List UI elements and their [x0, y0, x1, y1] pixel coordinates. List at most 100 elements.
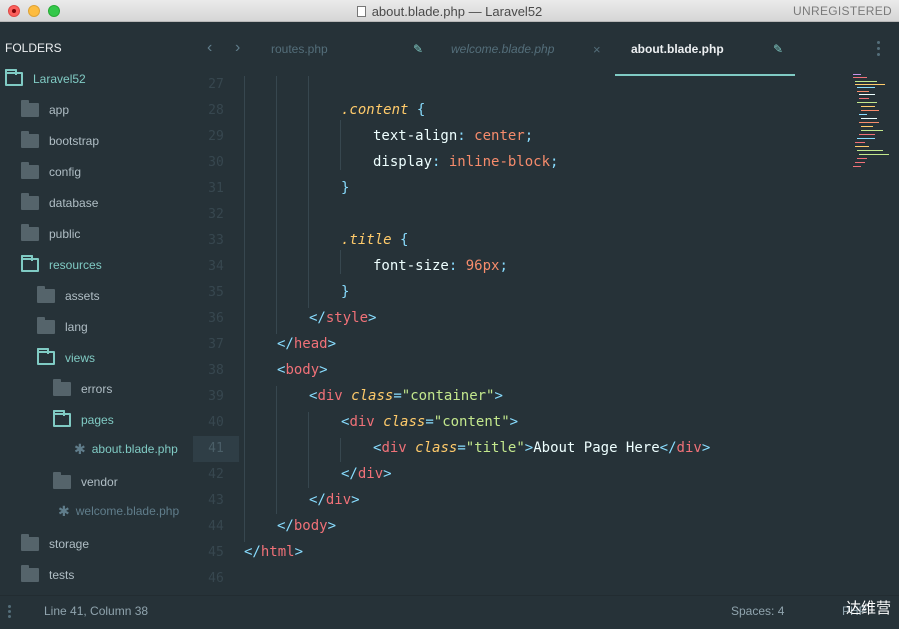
- chevron-left-icon[interactable]: ‹: [207, 39, 212, 57]
- tab-welcome[interactable]: welcome.blade.php: [451, 22, 601, 76]
- folder-open-icon: [53, 410, 71, 427]
- folder-assets[interactable]: assets: [37, 286, 100, 306]
- folder-label: vendor: [81, 475, 118, 489]
- more-options-icon[interactable]: [877, 41, 881, 59]
- line-number: 45: [208, 545, 224, 560]
- indent-guide: [276, 76, 277, 334]
- line-number: 44: [208, 519, 224, 534]
- folder-icon: [21, 162, 39, 179]
- folder-storage[interactable]: storage: [21, 534, 89, 554]
- folder-icon: [53, 379, 71, 396]
- folder-views[interactable]: views: [37, 348, 95, 368]
- line-number: 43: [208, 493, 224, 508]
- folder-icon: [53, 472, 71, 489]
- line-number: 27: [208, 77, 224, 92]
- code-line-30: display: inline-block;: [373, 154, 559, 170]
- code-editor[interactable]: .content { text-align: center; display: …: [239, 76, 839, 595]
- folder-label: errors: [81, 382, 113, 396]
- pencil-icon[interactable]: ✎: [773, 42, 783, 56]
- watermark: 达维营: [846, 599, 892, 617]
- folder-errors[interactable]: errors: [53, 379, 112, 399]
- folder-config[interactable]: config: [21, 162, 81, 182]
- folder-open-icon: [37, 348, 55, 365]
- line-number: 28: [208, 103, 224, 118]
- minimap[interactable]: [851, 72, 891, 172]
- file-welcome-blade[interactable]: ✱ welcome.blade.php: [58, 501, 179, 521]
- folder-pages[interactable]: pages: [53, 410, 114, 430]
- folder-label: lang: [65, 320, 88, 334]
- code-line-40: <div class="content">: [341, 414, 519, 430]
- indent-guide: [308, 412, 309, 488]
- code-line-28: .content {: [341, 102, 426, 118]
- folder-bootstrap[interactable]: bootstrap: [21, 131, 99, 151]
- folder-app[interactable]: app: [21, 100, 69, 120]
- indent-guide: [276, 386, 277, 514]
- folder-laravel52[interactable]: Laravel52: [5, 69, 86, 89]
- file-label: welcome.blade.php: [75, 504, 180, 518]
- indentation-setting[interactable]: Spaces: 4: [731, 604, 784, 618]
- folder-icon: [21, 193, 39, 210]
- close-icon[interactable]: ×: [593, 42, 601, 57]
- code-line-34: font-size: 96px;: [373, 258, 508, 274]
- line-number: 30: [208, 155, 224, 170]
- line-number: 34: [208, 259, 224, 274]
- folder-icon: [21, 131, 39, 148]
- tab-label: welcome.blade.php: [451, 42, 555, 56]
- folder-icon: [21, 565, 39, 582]
- folder-public[interactable]: public: [21, 224, 80, 244]
- file-about-blade[interactable]: ✱ about.blade.php: [74, 439, 178, 459]
- line-number: 37: [208, 337, 224, 352]
- code-line-44: </body>: [277, 518, 337, 534]
- folder-icon: [21, 534, 39, 551]
- folder-icon: [21, 224, 39, 241]
- code-line-45: </html>: [244, 544, 304, 560]
- code-line-37: </head>: [277, 336, 337, 352]
- code-line-39: <div class="container">: [309, 388, 503, 404]
- code-line-35: }: [341, 284, 350, 300]
- line-number: 35: [208, 285, 224, 300]
- folder-label: storage: [49, 537, 90, 551]
- folder-vendor[interactable]: vendor: [53, 472, 118, 492]
- panel-toggle-icon[interactable]: [8, 605, 11, 620]
- folder-lang[interactable]: lang: [37, 317, 88, 337]
- pencil-icon[interactable]: ✎: [413, 42, 423, 56]
- title-bar: about.blade.php — Laravel52 UNREGISTERED: [0, 0, 899, 22]
- folder-label: tests: [49, 568, 75, 582]
- tab-routes[interactable]: routes.php: [271, 22, 431, 76]
- status-bar: Line 41, Column 38 Spaces: 4 PHP: [0, 595, 899, 629]
- tab-label: routes.php: [271, 42, 328, 56]
- file-asterisk-icon: ✱: [74, 440, 86, 457]
- folder-open-icon: [21, 255, 39, 272]
- document-icon: [356, 6, 366, 17]
- tab-about[interactable]: about.blade.php: [631, 22, 781, 76]
- folder-label: resources: [49, 258, 102, 272]
- line-number: 32: [208, 207, 224, 222]
- file-asterisk-icon: ✱: [58, 502, 70, 519]
- folders-header: FOLDERS: [5, 41, 62, 55]
- folder-label: Laravel52: [33, 72, 86, 86]
- folder-resources[interactable]: resources: [21, 255, 102, 275]
- tab-bar: ‹ › routes.php ✎ welcome.blade.php × abo…: [193, 22, 899, 76]
- line-number: 38: [208, 363, 224, 378]
- tab-label: about.blade.php: [631, 42, 724, 56]
- folder-tests[interactable]: tests: [21, 565, 74, 585]
- line-number: 42: [208, 467, 224, 482]
- folder-open-icon: [5, 69, 23, 86]
- file-label: about.blade.php: [91, 442, 178, 456]
- line-number: 33: [208, 233, 224, 248]
- line-number-gutter: 27 28 29 30 31 32 33 34 35 36 37 38 39 4…: [193, 76, 239, 595]
- code-line-33: .title {: [341, 232, 409, 248]
- code-line-38: <body>: [277, 362, 328, 378]
- chevron-right-icon[interactable]: ›: [235, 39, 240, 57]
- folder-label: public: [49, 227, 81, 241]
- folder-icon: [37, 317, 55, 334]
- code-line-29: text-align: center;: [373, 128, 534, 144]
- line-number-current: 41: [193, 436, 239, 462]
- folder-icon: [37, 286, 55, 303]
- code-line-31: }: [341, 180, 350, 196]
- folder-icon: [21, 100, 39, 117]
- line-number: 31: [208, 181, 224, 196]
- window-title-container: about.blade.php — Laravel52: [0, 4, 899, 19]
- folder-label: views: [65, 351, 96, 365]
- folder-database[interactable]: database: [21, 193, 98, 213]
